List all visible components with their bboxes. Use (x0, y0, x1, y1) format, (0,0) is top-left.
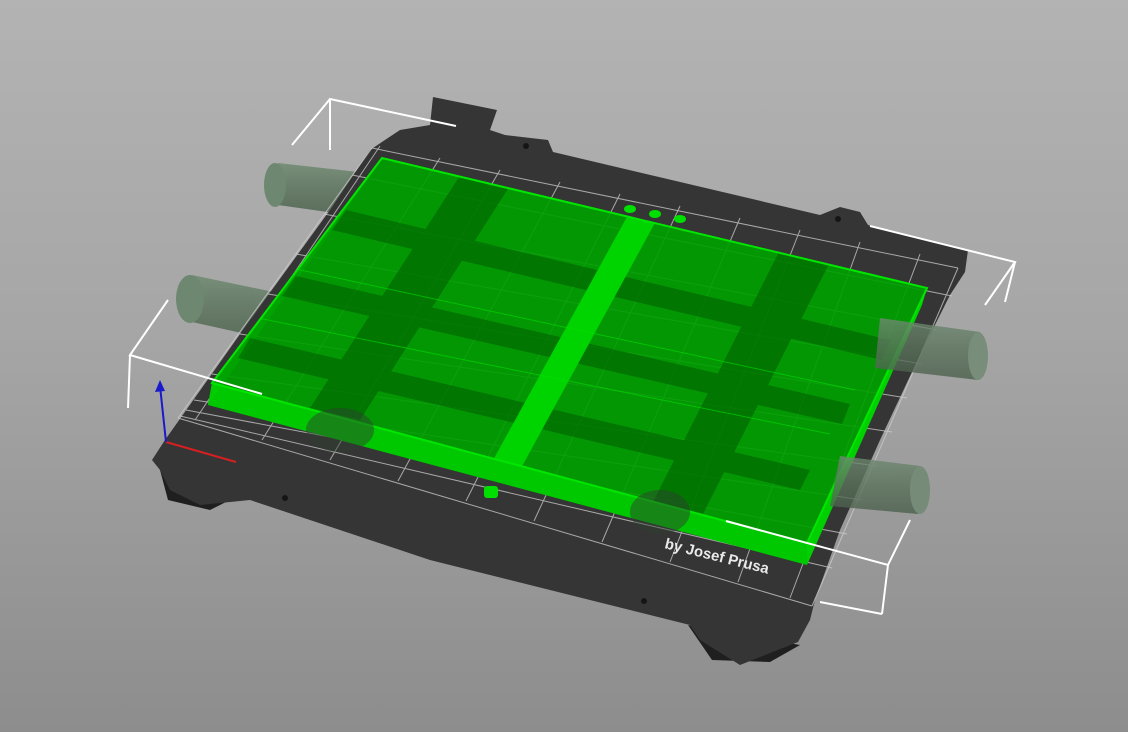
3d-viewport[interactable]: by Josef Prusa (0, 0, 1128, 732)
scene[interactable]: by Josef Prusa (0, 0, 1128, 732)
